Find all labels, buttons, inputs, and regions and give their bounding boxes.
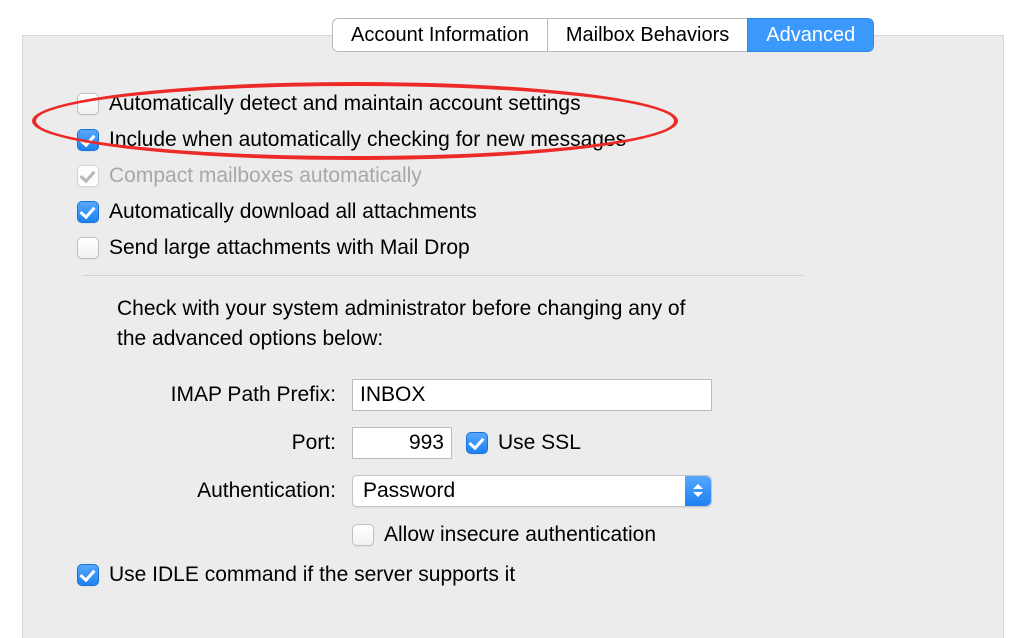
port-input[interactable]	[352, 427, 452, 459]
compact-checkbox	[77, 165, 99, 187]
imap-prefix-row: IMAP Path Prefix:	[77, 379, 1003, 411]
advanced-content: Automatically detect and maintain accoun…	[23, 92, 1003, 587]
imap-prefix-input[interactable]	[352, 379, 712, 411]
allow-insecure-checkbox[interactable]	[352, 524, 374, 546]
mail-drop-checkbox[interactable]	[77, 237, 99, 259]
use-ssl-checkbox[interactable]	[466, 432, 488, 454]
authentication-label: Authentication:	[77, 479, 352, 503]
advanced-panel: Automatically detect and maintain accoun…	[22, 35, 1004, 638]
compact-label: Compact mailboxes automatically	[109, 164, 422, 188]
use-idle-row: Use IDLE command if the server supports …	[77, 563, 1003, 587]
advanced-note: Check with your system administrator bef…	[117, 294, 717, 355]
include-checking-label: Include when automatically checking for …	[109, 128, 626, 152]
tab-account-information[interactable]: Account Information	[332, 18, 547, 52]
updown-arrows-icon	[685, 476, 711, 506]
auto-detect-checkbox[interactable]	[77, 93, 99, 115]
allow-insecure-label: Allow insecure authentication	[384, 523, 656, 547]
download-attach-label: Automatically download all attachments	[109, 200, 477, 224]
authentication-dropdown[interactable]: Password	[352, 475, 712, 507]
compact-row: Compact mailboxes automatically	[77, 164, 1003, 188]
tab-advanced[interactable]: Advanced	[747, 18, 874, 52]
include-checking-checkbox[interactable]	[77, 129, 99, 151]
allow-insecure-row: Allow insecure authentication	[77, 523, 1003, 547]
preferences-window: Automatically detect and maintain accoun…	[0, 0, 1010, 638]
tab-bar: Account Information Mailbox Behaviors Ad…	[332, 18, 874, 52]
use-idle-checkbox[interactable]	[77, 564, 99, 586]
use-ssl-label: Use SSL	[498, 431, 581, 455]
mail-drop-label: Send large attachments with Mail Drop	[109, 236, 470, 260]
mail-drop-row: Send large attachments with Mail Drop	[77, 236, 1003, 260]
download-attach-checkbox[interactable]	[77, 201, 99, 223]
auto-detect-label: Automatically detect and maintain accoun…	[109, 92, 581, 116]
authentication-row: Authentication: Password	[77, 475, 1003, 507]
port-row: Port: Use SSL	[77, 427, 1003, 459]
port-label: Port:	[77, 431, 352, 455]
imap-prefix-label: IMAP Path Prefix:	[77, 383, 352, 407]
tab-mailbox-behaviors[interactable]: Mailbox Behaviors	[547, 18, 747, 52]
include-checking-row: Include when automatically checking for …	[77, 128, 1003, 152]
auto-detect-row: Automatically detect and maintain accoun…	[77, 92, 1003, 116]
authentication-value: Password	[353, 479, 455, 503]
section-divider	[83, 275, 803, 276]
download-attach-row: Automatically download all attachments	[77, 200, 1003, 224]
use-idle-label: Use IDLE command if the server supports …	[109, 563, 515, 587]
